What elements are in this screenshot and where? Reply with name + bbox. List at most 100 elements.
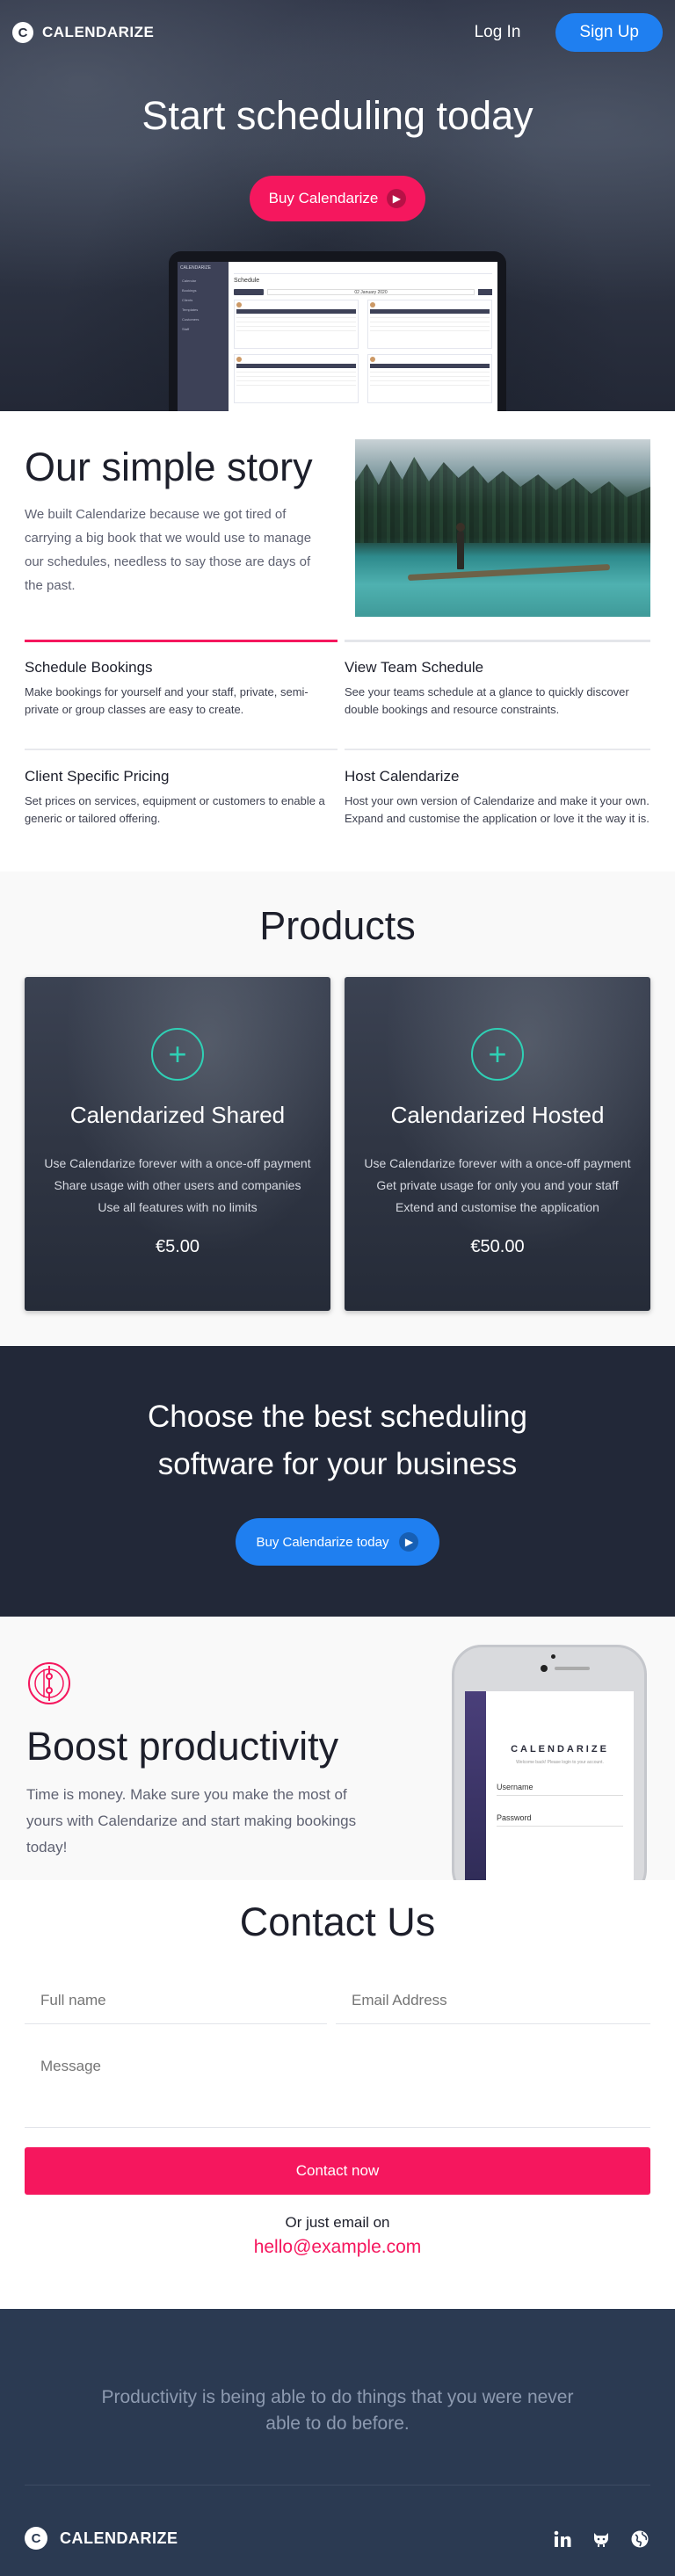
product-price: €5.00 bbox=[155, 1237, 200, 1256]
divider bbox=[25, 749, 338, 750]
choose-title-line: Choose the best scheduling bbox=[148, 1400, 527, 1434]
message-input[interactable] bbox=[25, 2058, 650, 2128]
product-name: Calendarized Shared bbox=[69, 1102, 286, 1128]
signup-button[interactable]: Sign Up bbox=[555, 13, 663, 52]
buy-calendarize-today-button[interactable]: Buy Calendarize today ▶ bbox=[236, 1518, 439, 1566]
brand[interactable]: C CALENDARIZE bbox=[12, 22, 154, 43]
product-card-hosted[interactable]: + Calendarized Hosted Use Calendarize fo… bbox=[345, 977, 650, 1311]
feature-schedule-bookings: Schedule Bookings Make bookings for your… bbox=[25, 659, 332, 719]
product-name: Calendarized Hosted bbox=[390, 1102, 605, 1128]
globe-icon[interactable] bbox=[629, 2529, 650, 2550]
hero-section: C CALENDARIZE Log In Sign Up Start sched… bbox=[0, 0, 675, 411]
app-topbar bbox=[234, 265, 492, 274]
plus-circle-icon: + bbox=[151, 1028, 204, 1081]
product-feature: Get private usage for only you and your … bbox=[376, 1178, 619, 1192]
email-input[interactable] bbox=[336, 1989, 650, 2024]
social-links bbox=[552, 2529, 650, 2550]
contact-email-link[interactable]: hello@example.com bbox=[0, 2237, 675, 2258]
top-nav: C CALENDARIZE Log In Sign Up bbox=[0, 0, 675, 65]
feature-title: Host Calendarize bbox=[345, 768, 460, 785]
lake-photo bbox=[355, 439, 650, 617]
phone-username-field: Username bbox=[497, 1783, 623, 1796]
app-sidebar-title: CALENDARIZE bbox=[180, 265, 212, 271]
boost-title: Boost productivity bbox=[26, 1724, 339, 1769]
product-feature: Extend and customise the application bbox=[396, 1200, 599, 1214]
product-features: Use Calendarize forever with a once-off … bbox=[345, 1153, 650, 1219]
contact-section: Contact Us Contact now Or just email on … bbox=[0, 1880, 675, 2309]
app-sidebar-item: Calendar bbox=[182, 279, 197, 283]
app-sidebar-item: Staff bbox=[182, 327, 190, 331]
app-schedule-card bbox=[234, 354, 359, 403]
feature-view-team-schedule: View Team Schedule See your teams schedu… bbox=[345, 659, 652, 719]
app-schedule-card bbox=[367, 354, 492, 403]
plus-circle-icon: + bbox=[471, 1028, 524, 1081]
phone-brand: CALENDARIZE bbox=[511, 1744, 609, 1755]
app-sidebar-item: Bookings bbox=[182, 288, 197, 293]
boost-text: Time is money. Make sure you make the mo… bbox=[26, 1786, 357, 1856]
feature-host-calendarize: Host Calendarize Host your own version o… bbox=[345, 768, 652, 828]
app-heading: Schedule bbox=[234, 278, 260, 284]
buy-today-label: Buy Calendarize today bbox=[256, 1534, 389, 1550]
app-main: Schedule 02 January 2020 bbox=[229, 262, 497, 411]
feature-text: See your teams schedule at a glance to q… bbox=[345, 685, 629, 716]
productivity-icon bbox=[28, 1662, 70, 1704]
feature-title: Schedule Bookings bbox=[25, 659, 153, 676]
feature-title: Client Specific Pricing bbox=[25, 768, 170, 785]
footer-quote: Productivity is being able to do things … bbox=[101, 2387, 574, 2434]
story-title: Our simple story bbox=[25, 445, 313, 489]
buy-calendarize-button[interactable]: Buy Calendarize ▶ bbox=[250, 176, 425, 221]
product-features: Use Calendarize forever with a once-off … bbox=[25, 1153, 330, 1219]
login-link[interactable]: Log In bbox=[475, 23, 521, 42]
product-feature: Use Calendarize forever with a once-off … bbox=[364, 1156, 631, 1170]
app-screenshot: CALENDARIZE Calendar Bookings Clients Te… bbox=[178, 262, 497, 411]
buy-button-label: Buy Calendarize bbox=[268, 190, 379, 206]
feature-title: View Team Schedule bbox=[345, 659, 484, 676]
choose-section: Choose the best scheduling software for … bbox=[0, 1346, 675, 1617]
phone-password-field: Password bbox=[497, 1813, 623, 1827]
feature-client-pricing: Client Specific Pricing Set prices on se… bbox=[25, 768, 332, 828]
feature-tab-indicator bbox=[345, 640, 650, 642]
app-date-bar: 02 January 2020 bbox=[234, 287, 492, 296]
footer-brand-name: CALENDARIZE bbox=[60, 2529, 178, 2547]
product-feature: Share usage with other users and compani… bbox=[54, 1178, 301, 1192]
product-feature: Use all features with no limits bbox=[98, 1200, 258, 1214]
linkedin-icon[interactable] bbox=[552, 2529, 573, 2550]
phone-screen: CALENDARIZE Welcome back! Please login t… bbox=[465, 1691, 634, 1880]
feature-text: Host your own version of Calendarize and… bbox=[345, 794, 650, 825]
arrow-right-icon: ▶ bbox=[399, 1532, 419, 1552]
calendarize-logo-icon: C bbox=[12, 22, 33, 43]
products-title: Products bbox=[259, 903, 416, 948]
contact-now-button[interactable]: Contact now bbox=[25, 2147, 650, 2195]
choose-title: Choose the best scheduling software for … bbox=[0, 1393, 675, 1488]
app-sidebar-item: Clients bbox=[182, 298, 193, 302]
app-sidebar-item: Customers bbox=[182, 317, 200, 322]
phone-subtitle: Welcome back! Please login to your accou… bbox=[516, 1760, 604, 1765]
app-sidebar-item: Templates bbox=[182, 308, 199, 312]
story-text: We built Calendarize because we got tire… bbox=[25, 507, 312, 593]
full-name-input[interactable] bbox=[25, 1989, 327, 2024]
app-date: 02 January 2020 bbox=[267, 288, 475, 295]
boost-section: Boost productivity Time is money. Make s… bbox=[0, 1617, 675, 1880]
app-schedule-card bbox=[234, 300, 359, 349]
story-section: Our simple story We built Calendarize be… bbox=[0, 411, 675, 872]
product-feature: Use Calendarize forever with a once-off … bbox=[44, 1156, 311, 1170]
feature-text: Set prices on services, equipment or cus… bbox=[25, 794, 325, 825]
app-schedule-card bbox=[367, 300, 492, 349]
product-card-shared[interactable]: + Calendarized Shared Use Calendarize fo… bbox=[25, 977, 330, 1311]
calendarize-logo-icon: C bbox=[25, 2527, 47, 2550]
footer: Productivity is being able to do things … bbox=[0, 2309, 675, 2576]
contact-title: Contact Us bbox=[239, 1899, 436, 1944]
product-price: €50.00 bbox=[470, 1237, 525, 1256]
laptop-mockup: CALENDARIZE Calendar Bookings Clients Te… bbox=[169, 251, 506, 411]
feature-text: Make bookings for yourself and your staf… bbox=[25, 685, 308, 716]
products-section: Products + Calendarized Shared Use Calen… bbox=[0, 872, 675, 1346]
footer-brand[interactable]: C CALENDARIZE bbox=[25, 2527, 178, 2550]
arrow-right-icon: ▶ bbox=[387, 189, 407, 208]
choose-title-line: software for your business bbox=[157, 1447, 518, 1481]
contact-or-text: Or just email on bbox=[285, 2214, 390, 2231]
github-icon[interactable] bbox=[591, 2529, 612, 2550]
phone-mockup: CALENDARIZE Welcome back! Please login t… bbox=[452, 1645, 647, 1880]
footer-divider bbox=[25, 2485, 650, 2486]
feature-tab-indicator-active bbox=[25, 640, 338, 642]
divider bbox=[345, 749, 650, 750]
